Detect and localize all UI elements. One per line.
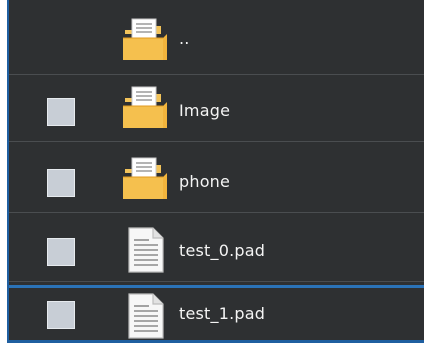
list-item-label: .. xyxy=(179,29,190,48)
list-item-file-test-0[interactable]: test_0.pad xyxy=(9,216,424,282)
folder-icon xyxy=(121,155,169,205)
checkbox[interactable] xyxy=(47,238,75,266)
checkbox[interactable] xyxy=(47,301,75,329)
list-item-label: phone xyxy=(179,172,231,191)
checkbox[interactable] xyxy=(47,98,75,126)
folder-icon xyxy=(121,84,169,134)
list-item-folder-image[interactable]: Image xyxy=(9,76,424,142)
folder-icon xyxy=(121,16,169,66)
checkbox[interactable] xyxy=(47,169,75,197)
list-item-label: test_0.pad xyxy=(179,241,266,260)
document-icon xyxy=(121,224,169,274)
list-item-parent-folder[interactable]: .. xyxy=(9,8,424,75)
file-browser-window: .. Image phone test_0.pad test_1.pad xyxy=(0,0,429,349)
list-item-label: Image xyxy=(179,101,231,120)
list-item-label: test_1.pad xyxy=(179,304,266,323)
document-icon xyxy=(121,290,169,340)
list-item-folder-phone[interactable]: phone xyxy=(9,147,424,213)
list-item-file-test-1[interactable]: test_1.pad xyxy=(9,286,424,340)
file-list: .. Image phone test_0.pad test_1.pad xyxy=(7,0,424,343)
